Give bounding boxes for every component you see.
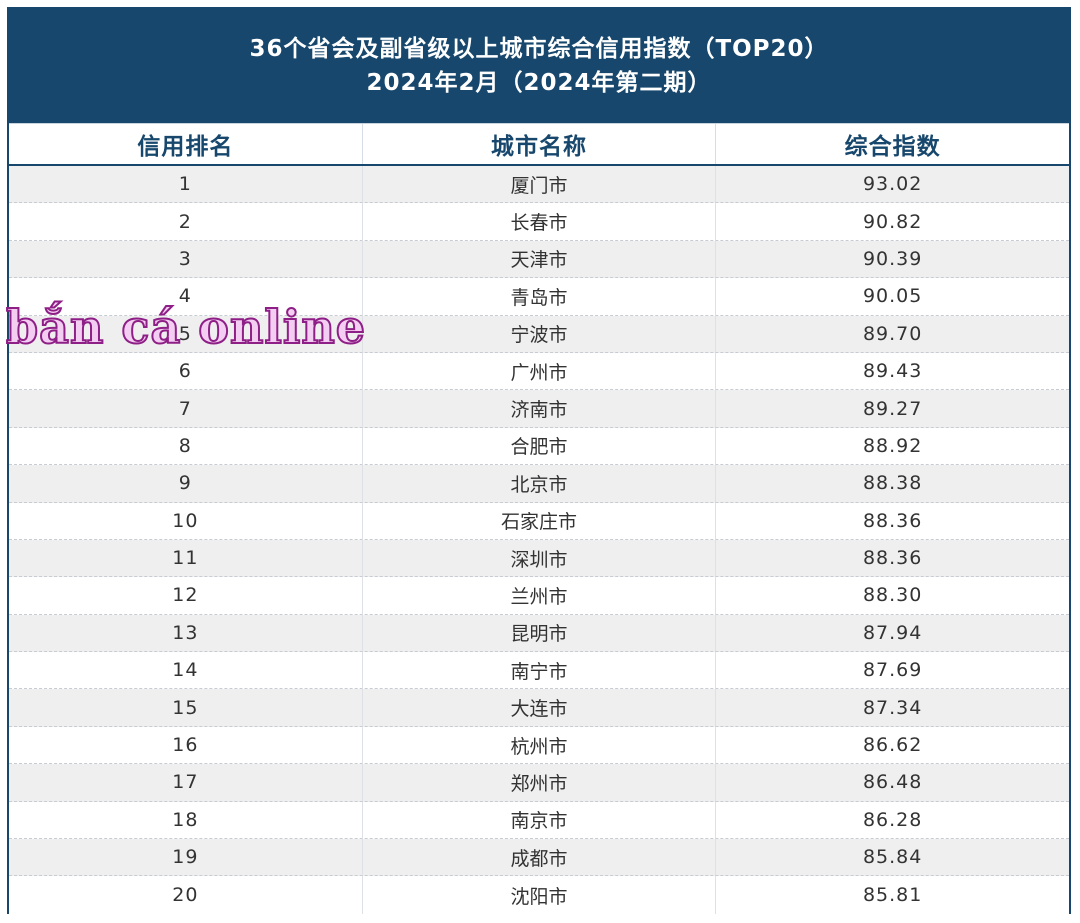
table-row: 19 成都市 85.84: [9, 839, 1069, 877]
table-subtitle: 2024年2月（2024年第二期）: [366, 70, 712, 96]
header-index: 综合指数: [844, 134, 941, 160]
rank-cell: 10: [9, 502, 363, 539]
city-cell: 成都市: [363, 839, 717, 876]
table-row: 4 青岛市 90.05: [9, 278, 1069, 316]
city-cell: 宁波市: [363, 315, 717, 352]
table-title: 36个省会及副省级以上城市综合信用指数（TOP20）: [249, 36, 829, 62]
city-cell: 石家庄市: [363, 502, 717, 539]
table-row: 6 广州市 89.43: [9, 352, 1069, 391]
city-cell: 兰州市: [363, 577, 717, 614]
rank-cell: 13: [9, 614, 363, 652]
table-row: 10 石家庄市 88.36: [9, 502, 1069, 540]
index-cell: 85.81: [862, 884, 923, 907]
city-cell: 天津市: [363, 240, 717, 278]
table-row: 13 昆明市 87.94: [9, 614, 1069, 653]
table-row: 2 长春市 90.82: [9, 203, 1069, 241]
index-cell: 89.43: [862, 360, 923, 383]
city-cell: 济南市: [363, 390, 717, 427]
city-cell: 大连市: [363, 689, 717, 726]
table-row: 9 北京市 88.38: [9, 465, 1069, 503]
table-row: 8 合肥市 88.92: [9, 427, 1069, 466]
table-row: 1 厦门市 93.02: [9, 166, 1069, 204]
index-cell: 88.36: [862, 509, 923, 532]
rank-cell: 14: [9, 652, 363, 689]
index-cell: 87.69: [862, 659, 923, 682]
table-body: 1 厦门市 93.02 2 长春市 90.82 3 天津市 90.39 4 青岛市 90.05 5 宁波市…: [9, 166, 1069, 914]
city-cell: 南宁市: [363, 652, 717, 689]
header-city: 城市名称: [363, 124, 717, 164]
index-cell: 86.48: [862, 771, 923, 794]
city-cell: 深圳市: [363, 539, 717, 577]
index-cell: 88.38: [862, 472, 923, 495]
index-cell: 86.28: [862, 808, 923, 831]
table-header-row: 信用排名 城市名称 综合指数: [9, 123, 1069, 166]
rank-cell: 1: [9, 166, 363, 203]
city-cell: 合肥市: [363, 427, 717, 465]
rank-cell: 20: [9, 876, 363, 914]
table-row: 15 大连市 87.34: [9, 689, 1069, 727]
table-row: 5 宁波市 89.70: [9, 315, 1069, 353]
title-bar: 36个省会及副省级以上城市综合信用指数（TOP20） 2024年2月（2024年…: [9, 9, 1069, 123]
rank-cell: 12: [9, 577, 363, 614]
table-row: 3 天津市 90.39: [9, 240, 1069, 279]
rank-cell: 18: [9, 801, 363, 839]
rank-cell: 16: [9, 726, 363, 764]
city-cell: 长春市: [363, 203, 717, 240]
index-cell: 90.82: [862, 210, 923, 233]
rank-cell: 2: [9, 203, 363, 240]
index-cell: 87.34: [862, 696, 923, 719]
city-cell: 杭州市: [363, 726, 717, 764]
rank-cell: 4: [9, 278, 363, 315]
table-frame: 36个省会及副省级以上城市综合信用指数（TOP20） 2024年2月（2024年…: [7, 7, 1071, 914]
rank-cell: 7: [9, 390, 363, 427]
index-cell: 87.94: [862, 621, 923, 644]
index-cell: 85.84: [862, 846, 923, 869]
city-cell: 北京市: [363, 465, 717, 502]
rank-cell: 9: [9, 465, 363, 502]
table-row: 12 兰州市 88.30: [9, 577, 1069, 615]
table-row: 14 南宁市 87.69: [9, 652, 1069, 690]
table-row: 11 深圳市 88.36: [9, 539, 1069, 578]
index-cell: 89.27: [862, 397, 923, 420]
index-cell: 90.39: [862, 247, 923, 270]
table-row: 7 济南市 89.27: [9, 390, 1069, 428]
index-cell: 88.92: [862, 434, 923, 457]
rank-cell: 11: [9, 539, 363, 577]
rank-cell: 19: [9, 839, 363, 876]
city-cell: 广州市: [363, 352, 717, 390]
city-cell: 沈阳市: [363, 876, 717, 914]
table-row: 18 南京市 86.28: [9, 801, 1069, 840]
rank-cell: 3: [9, 240, 363, 278]
index-cell: 93.02: [862, 173, 923, 196]
rank-cell: 8: [9, 427, 363, 465]
city-cell: 南京市: [363, 801, 717, 839]
city-cell: 郑州市: [363, 764, 717, 801]
city-cell: 昆明市: [363, 614, 717, 652]
table-row: 17 郑州市 86.48: [9, 764, 1069, 802]
rank-cell: 17: [9, 764, 363, 801]
table-row: 16 杭州市 86.62: [9, 726, 1069, 765]
index-cell: 89.70: [862, 322, 923, 345]
index-cell: 88.36: [862, 547, 923, 570]
rank-cell: 15: [9, 689, 363, 726]
city-cell: 青岛市: [363, 278, 717, 315]
index-cell: 90.05: [862, 285, 923, 308]
rank-cell: 5: [9, 315, 363, 352]
index-cell: 86.62: [862, 734, 923, 757]
city-cell: 厦门市: [363, 166, 717, 203]
table-row: 20 沈阳市 85.81: [9, 876, 1069, 914]
index-cell: 88.30: [862, 584, 923, 607]
rank-cell: 6: [9, 352, 363, 390]
header-rank: 信用排名: [9, 124, 363, 164]
